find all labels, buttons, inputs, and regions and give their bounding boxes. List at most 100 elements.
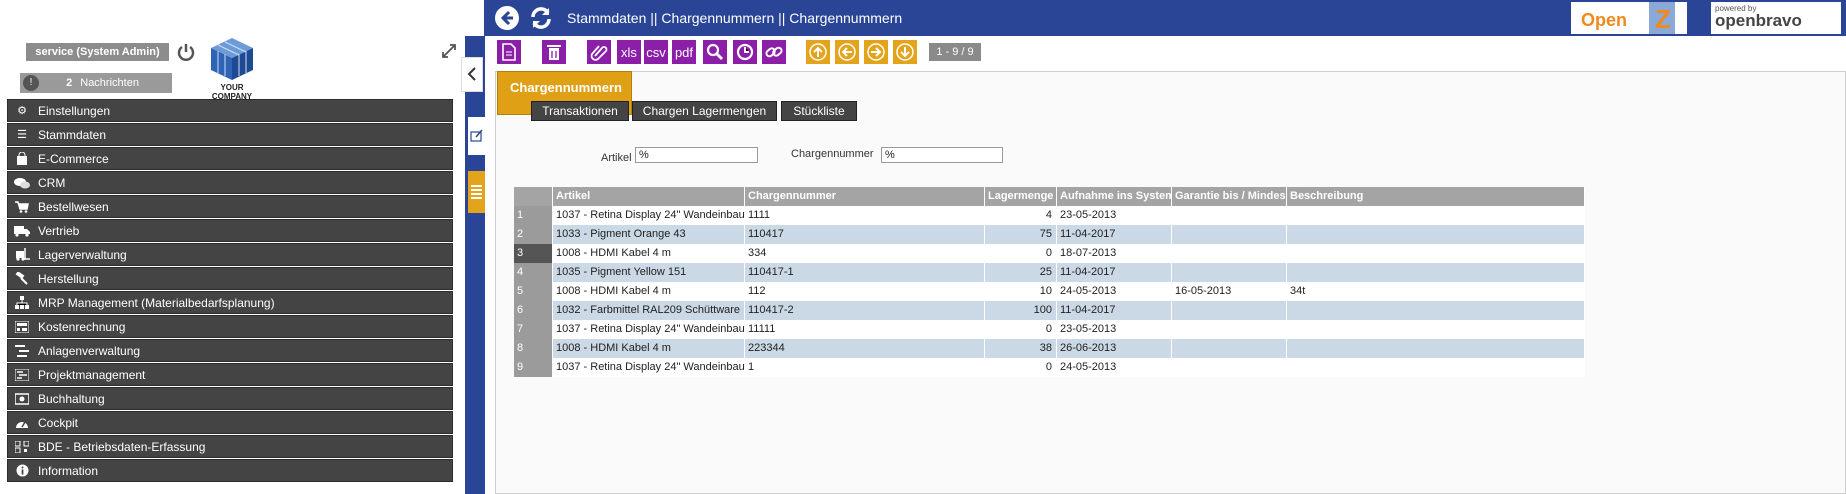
alert-icon: ! bbox=[23, 75, 39, 91]
row-number[interactable]: 3 bbox=[514, 244, 553, 263]
chat-icon bbox=[14, 176, 30, 190]
menu-item-cockpit[interactable]: Cockpit bbox=[7, 411, 453, 434]
menu-item-kostenrechnung[interactable]: Kostenrechnung bbox=[7, 315, 453, 338]
menu-item-herstellung[interactable]: Herstellung bbox=[7, 267, 453, 290]
cell-beschreibung bbox=[1287, 206, 1585, 225]
edit-icon bbox=[470, 129, 483, 142]
row-number[interactable]: 2 bbox=[514, 225, 553, 244]
cell-garantie bbox=[1172, 339, 1287, 358]
table-row[interactable]: 4 1035 - Pigment Yellow 151 110417-1 25 11-0… bbox=[514, 263, 1585, 282]
search-button[interactable] bbox=[703, 40, 727, 64]
list-icon: ☰ bbox=[17, 129, 27, 141]
column-header-garantie[interactable]: Garantie bis / Mindes bbox=[1172, 187, 1287, 206]
menu-item-anlagenverwaltung[interactable]: Anlagenverwaltung bbox=[7, 339, 453, 362]
user-button[interactable]: service (System Admin) bbox=[26, 43, 169, 61]
row-number[interactable]: 4 bbox=[514, 263, 553, 282]
row-number[interactable]: 8 bbox=[514, 339, 553, 358]
menu-item-bestellwesen[interactable]: Bestellwesen bbox=[7, 195, 453, 218]
history-button[interactable] bbox=[733, 40, 757, 64]
tab-transaktionen[interactable]: Transaktionen bbox=[531, 101, 629, 121]
menu-item-crm[interactable]: CRM bbox=[7, 171, 453, 194]
previous-record-button[interactable] bbox=[835, 40, 859, 64]
paging-indicator: 1 - 9 / 9 bbox=[929, 43, 981, 61]
cell-lagermenge: 4 bbox=[985, 206, 1057, 225]
main-menu: ⚙ Einstellungen ☰ Stammdaten E-Commerce CR… bbox=[7, 99, 453, 483]
menu-item-lagerverwaltung[interactable]: Lagerverwaltung bbox=[7, 243, 453, 266]
last-record-button[interactable] bbox=[893, 40, 917, 64]
calculator-icon bbox=[14, 320, 30, 334]
row-number[interactable]: 9 bbox=[514, 358, 553, 377]
form-view-tab[interactable] bbox=[468, 117, 485, 155]
export-xls-button[interactable]: xls bbox=[617, 40, 641, 64]
back-arrow-icon[interactable] bbox=[494, 5, 520, 31]
menu-item-e-commerce[interactable]: E-Commerce bbox=[7, 147, 453, 170]
table-row[interactable]: 5 1008 - HDMI Kabel 4 m 112 10 24-05-2013 16-… bbox=[514, 282, 1585, 301]
new-document-icon bbox=[502, 43, 516, 61]
table-row[interactable]: 2 1033 - Pigment Orange 43 110417 75 11-04-2… bbox=[514, 225, 1585, 244]
row-number[interactable]: 5 bbox=[514, 282, 553, 301]
grid-view-tab[interactable] bbox=[468, 171, 485, 213]
row-number[interactable]: 1 bbox=[514, 206, 553, 225]
cart-icon bbox=[14, 200, 30, 214]
data-grid: Artikel Chargennummer Lagermenge Aufnahm… bbox=[514, 187, 1585, 377]
table-row[interactable]: 9 1037 - Retina Display 24" Wandeinbau 1 0 2… bbox=[514, 358, 1585, 377]
new-document-button[interactable] bbox=[497, 40, 521, 64]
export-csv-button[interactable]: csv bbox=[644, 40, 668, 64]
menu-item-buchhaltung[interactable]: Buchhaltung bbox=[7, 387, 453, 410]
export-pdf-button[interactable]: pdf bbox=[672, 40, 696, 64]
delete-button[interactable] bbox=[542, 40, 566, 64]
row-number[interactable]: 7 bbox=[514, 320, 553, 339]
expand-icon[interactable] bbox=[442, 44, 456, 61]
column-header-aufnahme[interactable]: Aufnahme ins System bbox=[1057, 187, 1172, 206]
cell-beschreibung bbox=[1287, 358, 1585, 377]
attachment-button[interactable] bbox=[587, 40, 611, 64]
column-header-artikel[interactable]: Artikel bbox=[553, 187, 745, 206]
cell-artikel: 1037 - Retina Display 24" Wandeinbau bbox=[553, 320, 745, 339]
cell-artikel: 1035 - Pigment Yellow 151 bbox=[553, 263, 745, 282]
cell-artikel: 1008 - HDMI Kabel 4 m bbox=[553, 339, 745, 358]
collapse-sidebar-button[interactable] bbox=[461, 57, 483, 92]
menu-item-information[interactable]: Information bbox=[7, 459, 453, 482]
chargennummer-label: Chargennummer bbox=[791, 148, 874, 160]
menu-item-einstellungen[interactable]: ⚙ Einstellungen bbox=[7, 99, 453, 122]
artikel-filter-input[interactable]: % bbox=[635, 147, 758, 163]
next-record-button[interactable] bbox=[864, 40, 888, 64]
table-row[interactable]: 3 1008 - HDMI Kabel 4 m 334 0 18-07-2013 bbox=[514, 244, 1585, 263]
column-header-lagermenge[interactable]: Lagermenge bbox=[985, 187, 1057, 206]
hierarchy-icon bbox=[14, 296, 30, 310]
table-row[interactable]: 6 1032 - Farbmittel RAL209 Schüttware 1104… bbox=[514, 301, 1585, 320]
messages-button[interactable]: ! 2 Nachrichten bbox=[20, 73, 172, 93]
table-row[interactable]: 1 1037 - Retina Display 24" Wandeinbau 111… bbox=[514, 206, 1585, 225]
cell-chargennummer: 1111 bbox=[745, 206, 985, 225]
tab-chargen-lagermengen[interactable]: Chargen Lagermengen bbox=[632, 101, 777, 121]
cell-aufnahme: 11-04-2017 bbox=[1057, 263, 1172, 282]
cell-garantie: 16-05-2013 bbox=[1172, 282, 1287, 301]
menu-item-bde[interactable]: BDE - Betriebsdaten-Erfassung bbox=[7, 435, 453, 458]
tasks-icon bbox=[14, 344, 30, 358]
refresh-icon[interactable] bbox=[528, 5, 554, 31]
menu-item-stammdaten[interactable]: ☰ Stammdaten bbox=[7, 123, 453, 146]
cell-artikel: 1008 - HDMI Kabel 4 m bbox=[553, 282, 745, 301]
first-record-button[interactable] bbox=[806, 40, 830, 64]
menu-item-projektmanagement[interactable]: Projektmanagement bbox=[7, 363, 453, 386]
arrow-down-icon bbox=[896, 43, 914, 61]
truck-icon bbox=[14, 224, 30, 238]
power-icon[interactable] bbox=[176, 42, 196, 65]
table-row[interactable]: 7 1037 - Retina Display 24" Wandeinbau 111… bbox=[514, 320, 1585, 339]
column-header-chargennummer[interactable]: Chargennummer bbox=[745, 187, 985, 206]
cell-aufnahme: 24-05-2013 bbox=[1057, 282, 1172, 301]
cell-aufnahme: 23-05-2013 bbox=[1057, 206, 1172, 225]
search-icon bbox=[706, 43, 724, 61]
menu-item-mrp-management[interactable]: MRP Management (Materialbedarfsplanung) bbox=[7, 291, 453, 314]
chargennummer-filter-input[interactable]: % bbox=[881, 147, 1003, 163]
tab-stueckliste[interactable]: Stückliste bbox=[781, 101, 857, 121]
messages-label: Nachrichten bbox=[80, 77, 139, 89]
menu-item-vertrieb[interactable]: Vertrieb bbox=[7, 219, 453, 242]
column-header-beschreibung[interactable]: Beschreibung bbox=[1287, 187, 1585, 206]
table-row[interactable]: 8 1008 - HDMI Kabel 4 m 223344 38 26-06-2013 bbox=[514, 339, 1585, 358]
row-number[interactable]: 6 bbox=[514, 301, 553, 320]
link-icon bbox=[765, 46, 783, 58]
table-body: 1 1037 - Retina Display 24" Wandeinbau 111… bbox=[514, 206, 1585, 377]
link-button[interactable] bbox=[762, 40, 786, 64]
cell-aufnahme: 11-04-2017 bbox=[1057, 301, 1172, 320]
